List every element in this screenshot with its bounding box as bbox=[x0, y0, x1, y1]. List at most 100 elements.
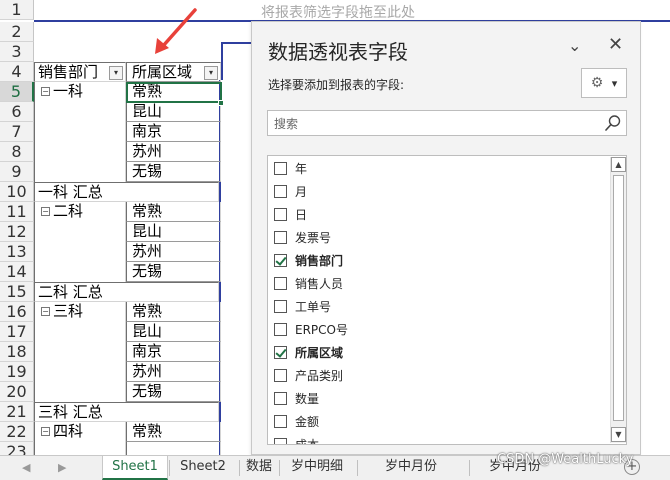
row-header[interactable]: 6 bbox=[0, 102, 34, 122]
sheet-tab[interactable]: Sheet1 bbox=[102, 456, 168, 480]
row-header[interactable]: 22 bbox=[0, 422, 34, 442]
checkbox-icon[interactable] bbox=[274, 323, 287, 336]
collapse-minus-icon[interactable]: − bbox=[41, 207, 50, 216]
pivot-row-cell[interactable] bbox=[34, 122, 126, 142]
close-icon[interactable]: ✕ bbox=[608, 34, 623, 55]
pivot-region-cell[interactable]: 苏州 bbox=[126, 142, 221, 162]
row-header[interactable]: 12 bbox=[0, 222, 34, 242]
pivot-row-cell[interactable] bbox=[34, 142, 126, 162]
checkbox-checked-icon[interactable] bbox=[274, 254, 287, 267]
row-header[interactable]: 2 bbox=[0, 22, 34, 42]
pivot-region-cell[interactable]: 常熟 bbox=[126, 422, 221, 442]
pivot-row-cell[interactable] bbox=[34, 222, 126, 242]
scroll-up-arrow-icon[interactable]: ▲ bbox=[611, 157, 626, 172]
pivot-header-cell[interactable]: 销售部门 ▾ bbox=[34, 62, 126, 82]
row-header[interactable]: 4 bbox=[0, 62, 34, 82]
filter-dropdown-icon[interactable]: ▾ bbox=[109, 66, 123, 80]
collapse-minus-icon[interactable]: − bbox=[41, 307, 50, 316]
pivot-row-group-cell[interactable]: − 二科 bbox=[34, 202, 126, 222]
field-item[interactable]: 发票号 bbox=[274, 228, 331, 248]
pivot-region-cell[interactable]: 南京 bbox=[126, 342, 221, 362]
scroll-down-arrow-icon[interactable]: ▼ bbox=[611, 427, 626, 442]
pivot-subtotal-cell[interactable]: 三科 汇总 bbox=[34, 402, 219, 422]
checkbox-icon[interactable] bbox=[274, 277, 287, 290]
filter-dropdown-icon[interactable]: ▾ bbox=[204, 66, 218, 80]
tab-scroll-left-icon[interactable]: ◀ bbox=[22, 461, 30, 474]
field-item[interactable]: 成本 bbox=[274, 435, 319, 444]
row-header[interactable]: 20 bbox=[0, 382, 34, 402]
row-header[interactable]: 19 bbox=[0, 362, 34, 382]
row-header[interactable]: 9 bbox=[0, 162, 34, 182]
checkbox-icon[interactable] bbox=[274, 415, 287, 428]
row-header[interactable]: 14 bbox=[0, 262, 34, 282]
pivot-row-group-cell[interactable]: − 一科 bbox=[34, 82, 126, 102]
pivot-region-cell[interactable]: 苏州 bbox=[126, 362, 221, 382]
pivot-header-cell[interactable]: 所属区域 ▾ bbox=[126, 62, 221, 82]
field-item[interactable]: 销售部门 bbox=[274, 251, 343, 271]
fill-handle[interactable] bbox=[218, 100, 224, 106]
collapse-minus-icon[interactable]: − bbox=[41, 427, 50, 436]
pivot-row-group-cell[interactable]: − 四科 bbox=[34, 422, 126, 442]
row-header[interactable]: 23 bbox=[0, 442, 34, 455]
field-item[interactable]: 日 bbox=[274, 205, 307, 225]
pivot-region-cell[interactable]: 常熟 bbox=[126, 302, 221, 322]
pivot-row-cell[interactable] bbox=[34, 362, 126, 382]
pivot-row-cell[interactable] bbox=[34, 442, 126, 455]
pivot-row-group-cell[interactable]: − 三科 bbox=[34, 302, 126, 322]
checkbox-icon[interactable] bbox=[274, 185, 287, 198]
pivot-region-cell[interactable] bbox=[126, 442, 221, 455]
pivot-region-cell[interactable]: 无锡 bbox=[126, 262, 221, 282]
pivot-row-cell[interactable] bbox=[34, 322, 126, 342]
pivot-subtotal-cell[interactable]: 一科 汇总 bbox=[34, 182, 219, 202]
row-header[interactable]: 11 bbox=[0, 202, 34, 222]
row-header[interactable]: 8 bbox=[0, 142, 34, 162]
checkbox-icon[interactable] bbox=[274, 231, 287, 244]
collapse-minus-icon[interactable]: − bbox=[41, 87, 50, 96]
scrollbar-thumb[interactable] bbox=[613, 175, 624, 421]
field-item[interactable]: 所属区域 bbox=[274, 343, 343, 363]
row-header[interactable]: 18 bbox=[0, 342, 34, 362]
search-icon[interactable] bbox=[604, 114, 622, 132]
row-header[interactable]: 15 bbox=[0, 282, 34, 302]
sheet-tab[interactable]: 岁中明细 bbox=[280, 456, 354, 480]
checkbox-icon[interactable] bbox=[274, 392, 287, 405]
row-header[interactable]: 21 bbox=[0, 402, 34, 422]
search-input[interactable] bbox=[274, 115, 594, 133]
pivot-row-cell[interactable] bbox=[34, 262, 126, 282]
row-header[interactable]: 10 bbox=[0, 182, 34, 202]
pivot-row-cell[interactable] bbox=[34, 242, 126, 262]
checkbox-checked-icon[interactable] bbox=[274, 346, 287, 359]
row-header[interactable]: 17 bbox=[0, 322, 34, 342]
pivot-row-cell[interactable] bbox=[34, 102, 126, 122]
tools-button[interactable]: ⚙ ▾ bbox=[581, 68, 627, 98]
row-header[interactable]: 1 bbox=[0, 0, 34, 20]
tab-scroll-right-icon[interactable]: ▶ bbox=[58, 461, 66, 474]
pivot-region-cell[interactable]: 常熟 bbox=[126, 202, 221, 222]
pivot-row-cell[interactable] bbox=[34, 382, 126, 402]
pivot-region-cell[interactable]: 无锡 bbox=[126, 382, 221, 402]
checkbox-icon[interactable] bbox=[274, 162, 287, 175]
field-item[interactable]: 产品类别 bbox=[274, 366, 343, 386]
pivot-row-cell[interactable] bbox=[34, 162, 126, 182]
pivot-region-cell[interactable]: 南京 bbox=[126, 122, 221, 142]
pivot-subtotal-cell[interactable]: 二科 汇总 bbox=[34, 282, 219, 302]
search-box[interactable] bbox=[267, 110, 627, 136]
checkbox-icon[interactable] bbox=[274, 300, 287, 313]
checkbox-icon[interactable] bbox=[274, 208, 287, 221]
pivot-region-cell[interactable]: 苏州 bbox=[126, 242, 221, 262]
pivot-row-cell[interactable] bbox=[34, 342, 126, 362]
field-item[interactable]: 月 bbox=[274, 182, 307, 202]
field-item[interactable]: ERPCO号 bbox=[274, 320, 348, 340]
chevron-down-icon[interactable]: ⌄ bbox=[568, 36, 581, 55]
field-item[interactable]: 工单号 bbox=[274, 297, 331, 317]
row-header[interactable]: 5 bbox=[0, 82, 34, 102]
field-item[interactable]: 金额 bbox=[274, 412, 319, 432]
row-header[interactable]: 3 bbox=[0, 42, 34, 62]
pivot-region-cell[interactable]: 昆山 bbox=[126, 322, 221, 342]
field-list-scrollbar[interactable]: ▲ ▼ bbox=[610, 157, 626, 443]
field-item[interactable]: 年 bbox=[274, 159, 307, 179]
pivot-region-cell[interactable]: 无锡 bbox=[126, 162, 221, 182]
pivot-region-cell[interactable]: 昆山 bbox=[126, 102, 221, 122]
sheet-tab[interactable]: 数据 bbox=[240, 456, 278, 480]
checkbox-icon[interactable] bbox=[274, 369, 287, 382]
